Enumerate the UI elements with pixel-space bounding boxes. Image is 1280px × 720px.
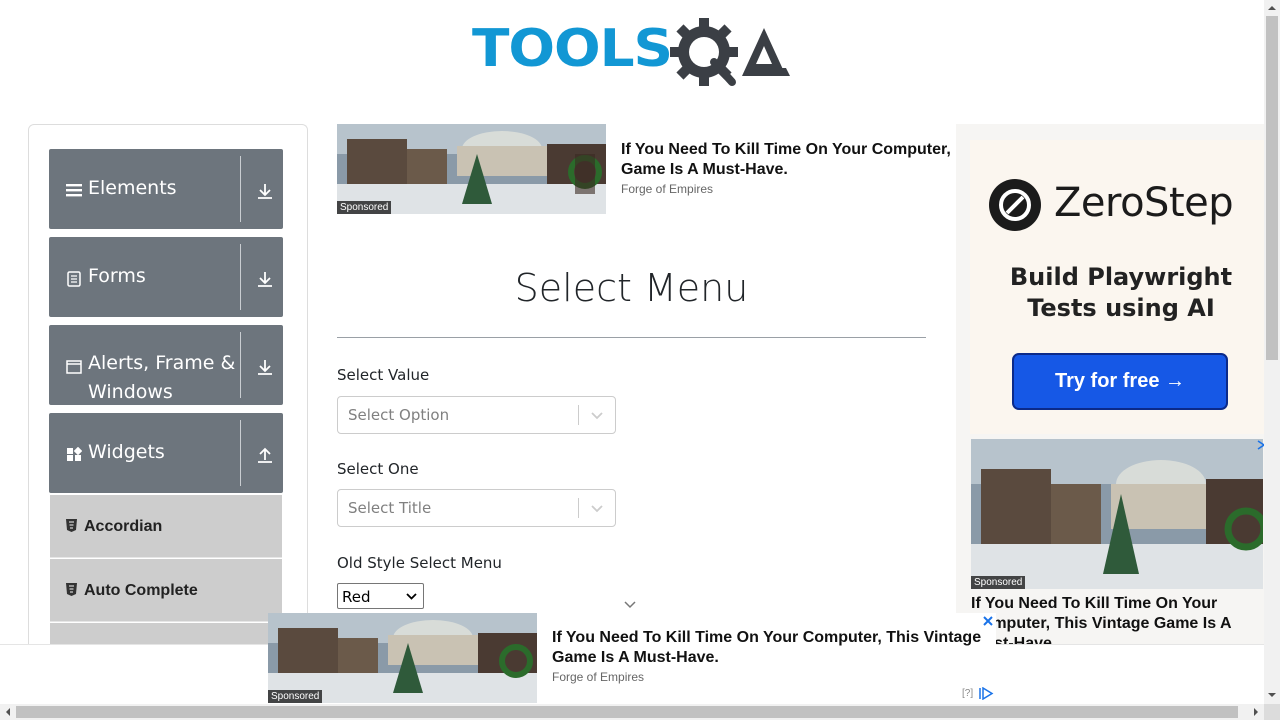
upload-icon[interactable] [255, 445, 275, 465]
ad-image[interactable]: Sponsored [268, 613, 537, 703]
window-icon [66, 360, 82, 374]
ad-source[interactable]: Forge of Empires [621, 182, 713, 196]
scroll-right-icon[interactable] [1251, 707, 1261, 717]
sidebar-item-auto-complete[interactable]: Auto Complete [50, 559, 282, 622]
horizontal-scrollbar-thumb[interactable] [16, 706, 1238, 718]
scroll-down-icon[interactable] [1267, 690, 1277, 700]
close-icon[interactable] [982, 615, 994, 627]
sponsored-label: Sponsored [268, 690, 323, 703]
old-style-select-value: Red [342, 588, 371, 606]
document-icon [67, 271, 81, 287]
scrollbar-corner [1264, 704, 1280, 720]
download-icon[interactable] [255, 357, 275, 377]
sidebar-group-label: Alerts, Frame & Windows [88, 352, 236, 403]
old-style-select[interactable]: Red [337, 583, 424, 609]
indicator-separator [578, 405, 579, 425]
select-value-label: Select Value [337, 366, 430, 384]
left-sidebar: Elements Forms Alerts, Frame & Windows W… [28, 124, 308, 686]
widgets-icon [67, 447, 82, 461]
hamburger-icon [66, 184, 82, 197]
download-icon[interactable] [255, 269, 275, 289]
page-title: Select Menu [514, 266, 749, 310]
sidebar-group-widgets[interactable]: Widgets [49, 413, 283, 493]
zerostep-tagline: Build Playwright Tests using AI [1009, 263, 1233, 322]
ad-headline[interactable]: If You Need To Kill Time On Your Compute… [552, 628, 992, 668]
ad-image[interactable]: Sponsored [337, 124, 606, 214]
indicator-separator [578, 498, 579, 518]
ad-headline[interactable]: If You Need To Kill Time On Your Compute… [621, 140, 961, 180]
sidebar-group-label: Forms [88, 265, 146, 287]
divider [240, 332, 241, 398]
scroll-left-icon[interactable] [3, 707, 13, 717]
select-value-dropdown[interactable]: Select Option [337, 396, 616, 434]
toolsqa-logo[interactable]: TOOLS [472, 14, 796, 92]
ad-info-link[interactable]: [?] [962, 688, 973, 699]
try-for-free-button[interactable]: Try for free → [1012, 353, 1228, 410]
select-one-dropdown[interactable]: Select Title [337, 489, 616, 527]
ad-headline[interactable]: If You Need To Kill Time On Your Compute… [971, 594, 1251, 644]
download-icon[interactable] [255, 181, 275, 201]
html5-icon [66, 583, 77, 596]
sponsored-label: Sponsored [337, 201, 392, 214]
old-style-select-label: Old Style Select Menu [337, 554, 502, 572]
title-divider [337, 337, 926, 338]
svg-text:TOOLS: TOOLS [472, 19, 672, 79]
ad-source[interactable]: Forge of Empires [552, 670, 644, 684]
sidebar-group-elements[interactable]: Elements [49, 149, 283, 229]
scroll-up-icon[interactable] [1267, 3, 1277, 13]
divider [240, 156, 241, 222]
sidebar-item-label: Accordian [84, 518, 163, 535]
sidebar-group-label: Widgets [88, 441, 165, 463]
adchoices-icon[interactable] [978, 687, 994, 700]
divider [240, 420, 241, 486]
chevron-down-icon[interactable] [590, 501, 604, 515]
select-one-label: Select One [337, 460, 419, 478]
sidebar-group-forms[interactable]: Forms [49, 237, 283, 317]
chevron-down-icon [406, 593, 417, 600]
sidebar-group-alerts-frame-windows[interactable]: Alerts, Frame & Windows [49, 325, 283, 405]
zerostep-logo-icon [989, 179, 1041, 231]
zerostep-brand: ZeroStep [1054, 180, 1234, 226]
sidebar-item-label: Auto Complete [84, 582, 198, 599]
chevron-down-icon[interactable] [590, 408, 604, 422]
sponsored-label: Sponsored [971, 576, 1026, 589]
html5-icon [66, 519, 77, 532]
divider [240, 244, 241, 310]
sidebar-item-accordian[interactable]: Accordian [50, 495, 282, 558]
ad-image[interactable]: Sponsored [971, 439, 1263, 589]
vertical-scrollbar-thumb[interactable] [1266, 16, 1278, 360]
select-value-placeholder: Select Option [348, 406, 450, 424]
city-scene-image [971, 439, 1263, 589]
chevron-down-icon[interactable] [623, 600, 637, 610]
sidebar-group-label: Elements [88, 177, 177, 199]
select-one-placeholder: Select Title [348, 499, 432, 517]
